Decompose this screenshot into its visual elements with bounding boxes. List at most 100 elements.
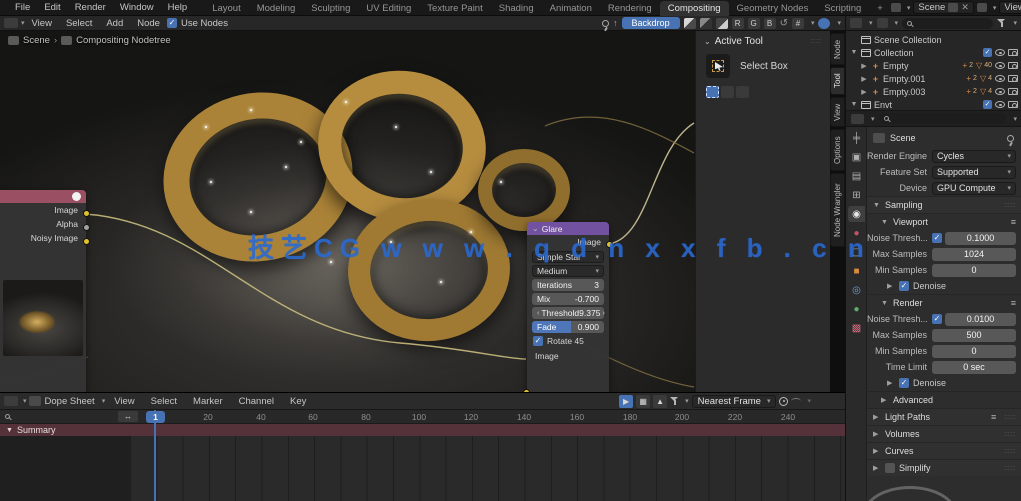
rgba-channel-icon[interactable] (715, 17, 728, 29)
search-icon[interactable] (5, 414, 10, 419)
feature-set-dropdown[interactable]: Supported ▾ (932, 165, 1016, 179)
alpha-output-socket[interactable] (83, 224, 90, 231)
glare-quality-dropdown[interactable]: Medium ▾ (532, 265, 604, 277)
simplify-section-header[interactable]: ▶✓ Simplify :::: (867, 459, 1021, 476)
compositor-node-editor[interactable]: Image Alpha Noisy Image ⌄ Glare Image Si… (0, 31, 845, 392)
menu-marker[interactable]: Marker (186, 396, 230, 407)
alpha-channel-icon[interactable] (699, 17, 712, 29)
playhead[interactable] (154, 410, 156, 501)
disclosure-icon[interactable]: ▼ (850, 49, 858, 56)
hide-eye-icon[interactable] (995, 49, 1005, 56)
sampling-section-header[interactable]: ▼ Sampling :::: (867, 196, 1021, 213)
tab-modeling[interactable]: Modeling (249, 1, 304, 16)
curves-section-header[interactable]: ▶ Curves :::: (867, 442, 1021, 459)
menu-edit[interactable]: Edit (37, 2, 67, 13)
menu-select[interactable]: Select (59, 18, 99, 29)
outliner-row-empty[interactable]: ▶ + Empty +2 ▽ 40 (846, 59, 1021, 72)
menu-help[interactable]: Help (161, 2, 195, 13)
viewlayer-browse-icon[interactable] (976, 3, 987, 12)
select-mode-new-icon[interactable] (706, 86, 719, 98)
tab-texture-properties[interactable]: ▩ (848, 320, 865, 336)
properties-editor-type-icon[interactable] (851, 113, 864, 124)
tab-compositing[interactable]: Compositing (659, 0, 729, 16)
go-parent-icon[interactable]: ↑ (613, 18, 618, 28)
exclude-checkbox[interactable]: ✓ (983, 100, 992, 109)
tab-output-properties[interactable]: ▤ (848, 168, 865, 184)
tab-viewlayer-properties[interactable]: ⊞ (848, 187, 865, 203)
snapping-icon[interactable]: # (791, 17, 804, 29)
tab-texture-paint[interactable]: Texture Paint (419, 1, 490, 16)
tab-render-properties[interactable]: ▣ (848, 149, 865, 165)
summary-channel-row[interactable]: ▼ Summary (0, 424, 845, 436)
tab-data-properties[interactable]: ◎ (848, 282, 865, 298)
active-tool-header[interactable]: ⌄ Active Tool :::: (696, 31, 830, 52)
tab-scripting[interactable]: Scripting (816, 1, 869, 16)
mix-field[interactable]: Mix -0.700 (532, 293, 604, 305)
menu-view[interactable]: View (25, 18, 59, 29)
color-channel-icon[interactable] (683, 17, 696, 29)
select-box-tool-button[interactable] (706, 54, 730, 78)
tab-geometry-nodes[interactable]: Geometry Nodes (729, 1, 817, 16)
filter-icon[interactable] (997, 19, 1006, 27)
falloff-curve-icon[interactable] (791, 398, 802, 404)
sidebar-tab-tool[interactable]: Tool (830, 67, 845, 95)
select-mode-subtract-icon[interactable] (736, 86, 749, 98)
tab-physics-properties[interactable]: ● (848, 301, 865, 317)
ghost-frames-icon[interactable]: ▦ (636, 394, 651, 408)
blue-channel-button[interactable]: B (763, 17, 776, 29)
viewlayer-selector[interactable]: ViewLayer ✕ (999, 1, 1021, 14)
snap-mode-dropdown[interactable]: Nearest Frame ▾ (691, 394, 777, 408)
min-samples-value[interactable]: 0 (932, 344, 1016, 358)
menu-window[interactable]: Window (113, 2, 161, 13)
outliner-row-collection[interactable]: ▼ Collection ✓ (846, 46, 1021, 59)
light-paths-section-header[interactable]: ▶ Light Paths ≡:::: (867, 408, 1021, 425)
select-mode-extend-icon[interactable] (721, 86, 734, 98)
tab-shading[interactable]: Shading (491, 1, 542, 16)
filter-icon[interactable] (670, 397, 679, 405)
noise-threshold-value[interactable]: 0.0100 (945, 312, 1016, 326)
tab-animation[interactable]: Animation (542, 1, 600, 16)
backdrop-button[interactable]: Backdrop (621, 17, 680, 29)
sidebar-tab-options[interactable]: Options (830, 129, 845, 171)
render-layers-node-header[interactable] (0, 190, 86, 203)
menu-key[interactable]: Key (283, 396, 313, 407)
render-layers-node[interactable]: Image Alpha Noisy Image (0, 190, 90, 392)
exclude-checkbox[interactable]: ✓ (983, 48, 992, 57)
outliner-search-input[interactable] (902, 17, 994, 29)
show-errors-icon[interactable]: ▲ (653, 394, 668, 408)
scene-selector[interactable]: Scene ✕ (913, 1, 974, 14)
pin-icon[interactable] (602, 19, 610, 27)
disclosure-icon[interactable]: ▶ (860, 62, 868, 70)
render-engine-dropdown[interactable]: Cycles ▾ (932, 149, 1016, 163)
denoise-checkbox[interactable]: ✓ (899, 378, 909, 388)
render-subsection-header[interactable]: ▼ Render ≡ (867, 294, 1021, 311)
outliner-editor-type-icon[interactable] (850, 18, 862, 28)
increment-arrow-icon[interactable]: › (602, 310, 604, 317)
green-channel-button[interactable]: G (747, 17, 760, 29)
tab-sculpting[interactable]: Sculpting (303, 1, 358, 16)
render-visibility-icon[interactable] (1008, 88, 1018, 95)
tab-object-properties[interactable]: ■ (848, 263, 865, 279)
scene-browse-icon[interactable] (890, 3, 901, 12)
tab-scene-properties[interactable]: ◉ (848, 206, 865, 222)
proportional-edit-icon[interactable] (779, 396, 789, 406)
only-selected-icon[interactable]: ▶ (619, 394, 634, 408)
menu-node[interactable]: Node (130, 18, 167, 29)
editor-type-icon[interactable] (4, 18, 18, 28)
chevron-down-icon[interactable]: ▾ (1013, 115, 1017, 123)
time-limit-value[interactable]: 0 sec (932, 360, 1016, 374)
sidebar-tab-node[interactable]: Node (830, 33, 845, 65)
outliner-row-empty-001[interactable]: ▶ + Empty.001 +2 ▽ 4 (846, 72, 1021, 85)
noise-threshold-checkbox[interactable]: ✓ (932, 314, 942, 324)
threshold-field[interactable]: ‹ Threshold 9.375 › (532, 307, 605, 319)
rotate-45-checkbox[interactable]: ✓ (533, 336, 543, 346)
image-output-socket[interactable] (83, 210, 90, 217)
fade-slider[interactable]: Fade 0.900 (532, 321, 604, 333)
advanced-section-header[interactable]: ▶ Advanced (867, 391, 1021, 408)
max-samples-value[interactable]: 500 (932, 328, 1016, 342)
tab-tool-properties[interactable]: ╪ (848, 130, 865, 146)
render-visibility-icon[interactable] (1008, 49, 1018, 56)
tab-layout[interactable]: Layout (204, 1, 249, 16)
scroll-handle-icon[interactable]: ↔ (118, 411, 138, 422)
min-samples-value[interactable]: 0 (932, 263, 1016, 277)
